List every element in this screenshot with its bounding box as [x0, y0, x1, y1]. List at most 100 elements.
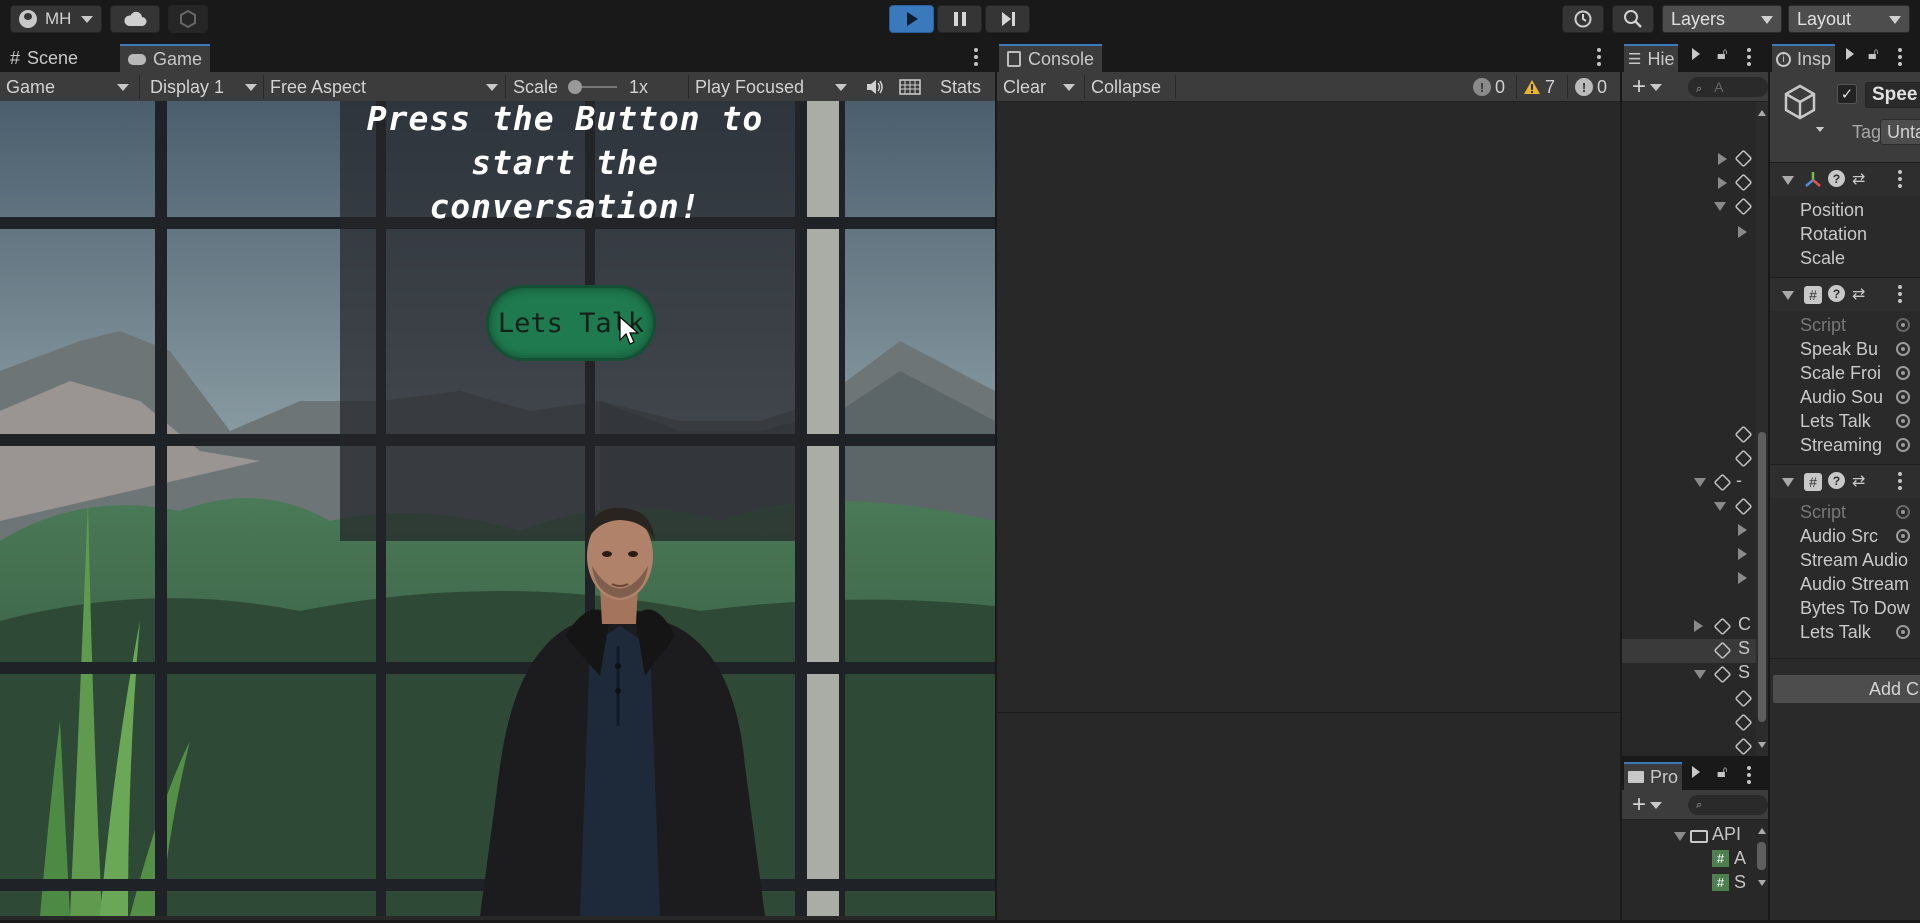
layers-dropdown[interactable]: Layers	[1662, 5, 1782, 33]
object-picker-icon[interactable]	[1896, 625, 1910, 639]
collapse-arrow-icon[interactable]	[1694, 478, 1706, 487]
lock-icon[interactable]: 🔓︎	[1717, 46, 1727, 64]
collapse-arrow-icon[interactable]	[1782, 478, 1794, 487]
help-icon[interactable]: ?	[1828, 472, 1845, 489]
object-name-field[interactable]: Spee	[1865, 82, 1920, 108]
object-picker-icon[interactable]	[1896, 366, 1910, 380]
chevron-right-icon[interactable]	[1692, 766, 1700, 778]
tab-console[interactable]: Console	[999, 44, 1103, 72]
mute-audio-button[interactable]	[860, 72, 890, 102]
play-mode-dropdown[interactable]: Play Focused	[689, 72, 853, 102]
help-icon[interactable]: ?	[1828, 170, 1845, 187]
tab-game[interactable]: Game	[120, 44, 211, 72]
presets-icon[interactable]: ⇄	[1852, 169, 1865, 189]
object-picker-icon[interactable]	[1896, 390, 1910, 404]
bytes-to-download-field-label[interactable]: Bytes To Dow	[1800, 598, 1910, 619]
chevron-down-icon[interactable]	[1815, 127, 1825, 132]
audio-stream-field-label[interactable]: Audio Stream	[1800, 574, 1909, 595]
scrollbar-thumb[interactable]	[1758, 432, 1766, 722]
scroll-up-icon[interactable]	[1758, 828, 1766, 834]
object-picker-icon[interactable]	[1896, 529, 1910, 543]
clear-options-dropdown[interactable]	[1057, 72, 1083, 102]
collapse-toggle[interactable]: Collapse	[1085, 72, 1173, 102]
active-checkbox[interactable]: ✓	[1837, 84, 1857, 104]
lock-icon[interactable]: 🔓︎	[1868, 46, 1878, 64]
scrollbar-thumb[interactable]	[1757, 842, 1766, 870]
scale-from-field-label[interactable]: Scale Froi	[1800, 363, 1881, 384]
tab-scene[interactable]: # Scene	[2, 44, 86, 72]
audio-source-field-label[interactable]: Audio Sou	[1800, 387, 1883, 408]
kebab-menu-icon[interactable]	[1898, 48, 1902, 69]
tab-hierarchy[interactable]: ☰ Hie	[1624, 44, 1679, 72]
game-viewport[interactable]: Press the Button to start the conversati…	[0, 101, 995, 916]
collapse-arrow-icon[interactable]	[1694, 670, 1706, 679]
collapse-arrow-icon[interactable]	[1782, 291, 1794, 300]
layout-dropdown[interactable]: Layout	[1788, 5, 1910, 33]
gizmos-toggle[interactable]	[893, 72, 925, 102]
chevron-right-icon[interactable]	[1692, 48, 1700, 60]
lets-talk-field-label[interactable]: Lets Talk	[1800, 411, 1871, 432]
object-picker-icon[interactable]	[1896, 438, 1910, 452]
create-asset-button[interactable]: +	[1626, 790, 1666, 820]
kebab-menu-icon[interactable]	[1747, 48, 1751, 69]
position-label[interactable]: Position	[1800, 200, 1864, 221]
streaming-field-label[interactable]: Streaming	[1800, 435, 1882, 456]
hierarchy-search-input[interactable]: ⌕ A	[1688, 77, 1768, 97]
tab-project[interactable]: Pro	[1624, 762, 1683, 790]
expand-arrow-icon[interactable]	[1718, 177, 1727, 189]
stream-audio-field-label[interactable]: Stream Audio	[1800, 550, 1908, 571]
collapse-arrow-icon[interactable]	[1714, 502, 1726, 511]
tag-dropdown[interactable]: Unta	[1880, 119, 1920, 145]
kebab-menu-icon[interactable]	[1747, 766, 1751, 787]
log-filter-toggle[interactable]: ! 0	[1467, 72, 1515, 102]
transform-component-header[interactable]: ? ⇄	[1770, 162, 1920, 196]
display-dropdown[interactable]: Display 1	[144, 72, 261, 102]
scale-label[interactable]: Scale	[1800, 248, 1845, 269]
expand-arrow-icon[interactable]	[1738, 226, 1747, 238]
collapse-arrow-icon[interactable]	[1674, 832, 1686, 841]
create-button[interactable]: +	[1626, 72, 1666, 102]
console-log-list[interactable]	[997, 102, 1620, 712]
presets-icon[interactable]: ⇄	[1852, 284, 1865, 304]
kebab-menu-icon[interactable]	[1898, 170, 1902, 191]
lock-icon[interactable]: 🔓︎	[1717, 764, 1727, 782]
scroll-down-icon[interactable]	[1758, 880, 1766, 886]
script-component-header[interactable]: # ? ⇄	[1770, 464, 1920, 498]
view-mode-dropdown[interactable]: Game	[0, 72, 135, 102]
add-component-button[interactable]: Add C	[1772, 674, 1920, 704]
stats-toggle[interactable]: Stats	[934, 72, 994, 102]
step-button[interactable]	[985, 5, 1030, 33]
script-component-header[interactable]: # ? ⇄	[1770, 277, 1920, 311]
collab-button[interactable]	[168, 5, 208, 33]
hierarchy-tree[interactable]: - C S S	[1622, 102, 1768, 756]
account-dropdown[interactable]: MH	[10, 5, 102, 33]
rotation-label[interactable]: Rotation	[1800, 224, 1867, 245]
aspect-dropdown[interactable]: Free Aspect	[264, 72, 504, 102]
clear-button[interactable]: Clear	[997, 72, 1057, 102]
search-button[interactable]	[1612, 5, 1654, 33]
scale-slider[interactable]	[568, 80, 618, 94]
expand-arrow-icon[interactable]	[1738, 524, 1747, 536]
tab-inspector[interactable]: i Insp	[1772, 44, 1836, 72]
project-search-input[interactable]: ⌕	[1688, 795, 1768, 815]
help-icon[interactable]: ?	[1828, 285, 1845, 302]
presets-icon[interactable]: ⇄	[1852, 471, 1865, 491]
kebab-menu-icon[interactable]	[974, 48, 978, 69]
history-button[interactable]	[1562, 5, 1604, 33]
play-button[interactable]	[889, 5, 934, 33]
scroll-down-icon[interactable]	[1758, 742, 1766, 748]
audio-src-field-label[interactable]: Audio Src	[1800, 526, 1878, 547]
scroll-up-icon[interactable]	[1758, 110, 1766, 116]
kebab-menu-icon[interactable]	[1898, 285, 1902, 306]
expand-arrow-icon[interactable]	[1694, 620, 1703, 632]
cloud-button[interactable]	[110, 5, 160, 33]
object-picker-icon[interactable]	[1896, 342, 1910, 356]
kebab-menu-icon[interactable]	[1898, 472, 1902, 493]
expand-arrow-icon[interactable]	[1718, 153, 1727, 165]
speak-button-field-label[interactable]: Speak Bu	[1800, 339, 1878, 360]
scale-slider-handle[interactable]	[568, 80, 583, 94]
object-picker-icon[interactable]	[1896, 414, 1910, 428]
warning-filter-toggle[interactable]: 7	[1517, 72, 1565, 102]
kebab-menu-icon[interactable]	[1597, 48, 1601, 69]
collapse-arrow-icon[interactable]	[1782, 176, 1794, 185]
